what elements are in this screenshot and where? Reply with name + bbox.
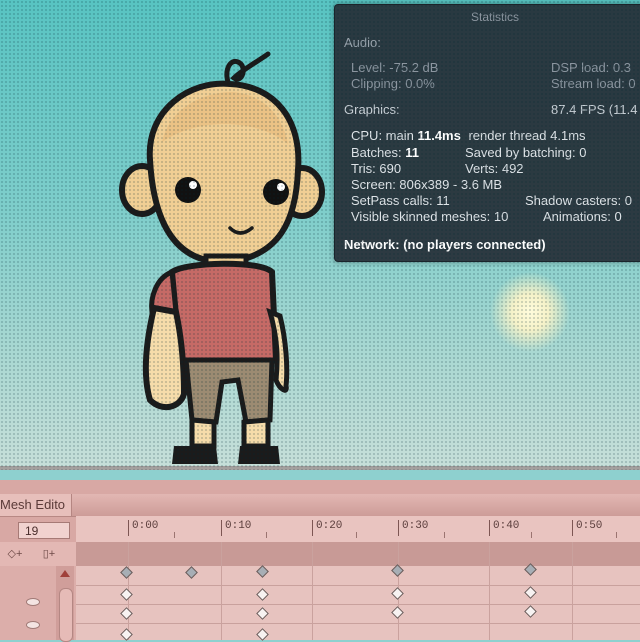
statistics-panel: Statistics Audio: Level: -75.2 dB DSP lo… bbox=[334, 4, 640, 262]
shadow-casters: Shadow casters: 0 bbox=[525, 193, 632, 208]
ruler-tick bbox=[221, 520, 222, 536]
animation-editor: Mesh Edito 19 0:00 0:10 0:20 0:30 0:40 0… bbox=[0, 480, 640, 642]
ruler-tick bbox=[572, 520, 573, 536]
character-sprite[interactable] bbox=[110, 50, 340, 470]
visible-skinned-meshes: Visible skinned meshes: 10 bbox=[351, 209, 509, 224]
summary-keyframe-row[interactable] bbox=[76, 542, 640, 567]
graphics-header: Graphics: bbox=[344, 102, 400, 117]
cpu-render-thread: render thread 4.1ms bbox=[468, 128, 586, 143]
ruler-label-4: 0:40 bbox=[493, 520, 520, 532]
stream-load: Stream load: 0 bbox=[551, 76, 636, 91]
add-keyframe-icon[interactable]: ◇+ bbox=[4, 546, 26, 562]
ruler-tick bbox=[489, 520, 490, 536]
keyframe-toolbar: ◇+ ▯+ bbox=[0, 542, 76, 567]
statistics-title: Statistics bbox=[470, 10, 519, 24]
track-separator bbox=[76, 585, 640, 586]
ruler-label-3: 0:30 bbox=[402, 520, 429, 532]
track-separator bbox=[76, 604, 640, 605]
scroll-thumb[interactable] bbox=[59, 588, 73, 642]
scene-viewport[interactable]: Statistics Audio: Level: -75.2 dB DSP lo… bbox=[0, 0, 640, 470]
fps-readout: 87.4 FPS (11.4 bbox=[551, 102, 638, 117]
editor-tab-bar bbox=[0, 494, 640, 517]
keyframe-tracks[interactable] bbox=[76, 566, 640, 640]
timeline-ruler[interactable]: 0:00 0:10 0:20 0:30 0:40 0:50 bbox=[76, 516, 640, 543]
frame-number-field[interactable]: 19 bbox=[18, 522, 70, 539]
ruler-minor-tick bbox=[616, 532, 617, 538]
add-event-icon[interactable]: ▯+ bbox=[38, 546, 60, 562]
ruler-minor-tick bbox=[531, 532, 532, 538]
setpass-calls: SetPass calls: 11 bbox=[351, 193, 450, 208]
track-separator bbox=[76, 623, 640, 624]
saved-by-batching: Saved by batching: 0 bbox=[465, 145, 587, 160]
tris-count: Tris: 690 bbox=[351, 161, 402, 176]
animations-count: Animations: 0 bbox=[543, 209, 622, 224]
cpu-stats: CPU: main 11.4ms render thread 4.1ms bbox=[351, 128, 586, 143]
audio-level: Level: -75.2 dB bbox=[351, 60, 439, 75]
ruler-minor-tick bbox=[444, 532, 445, 538]
network-status: Network: (no players connected) bbox=[344, 237, 546, 252]
tab-mesh-editor[interactable]: Mesh Edito bbox=[0, 494, 73, 516]
grid-line bbox=[572, 542, 573, 640]
scroll-up-icon[interactable] bbox=[60, 570, 70, 577]
batches-value: 11 bbox=[405, 145, 419, 160]
ruler-tick bbox=[312, 520, 313, 536]
track-visibility-toggle[interactable] bbox=[26, 621, 40, 629]
track-visibility-toggle[interactable] bbox=[26, 598, 40, 606]
ruler-label-0: 0:00 bbox=[132, 520, 159, 532]
grid-line bbox=[312, 542, 313, 640]
grid-line bbox=[489, 542, 490, 640]
audio-clipping: Clipping: 0.0% bbox=[351, 76, 435, 91]
batches-stats: Batches: 11 bbox=[351, 145, 419, 160]
grid-line bbox=[221, 542, 222, 640]
verts-count: Verts: 492 bbox=[465, 161, 524, 176]
ruler-minor-tick bbox=[356, 532, 357, 538]
track-scrollbar[interactable] bbox=[56, 566, 74, 642]
screen-info: Screen: 806x389 - 3.6 MB bbox=[351, 177, 503, 192]
ruler-label-5: 0:50 bbox=[576, 520, 603, 532]
cpu-label: CPU: main bbox=[351, 128, 418, 143]
ruler-tick bbox=[398, 520, 399, 536]
audio-header: Audio: bbox=[344, 35, 381, 50]
batches-label: Batches: bbox=[351, 145, 406, 160]
ruler-minor-tick bbox=[174, 532, 175, 538]
ruler-label-2: 0:20 bbox=[316, 520, 343, 532]
dsp-load: DSP load: 0.3 bbox=[551, 60, 631, 75]
ruler-minor-tick bbox=[266, 532, 267, 538]
ruler-label-1: 0:10 bbox=[225, 520, 252, 532]
ruler-tick bbox=[128, 520, 129, 536]
cpu-main-value: 11.4ms bbox=[417, 128, 461, 143]
